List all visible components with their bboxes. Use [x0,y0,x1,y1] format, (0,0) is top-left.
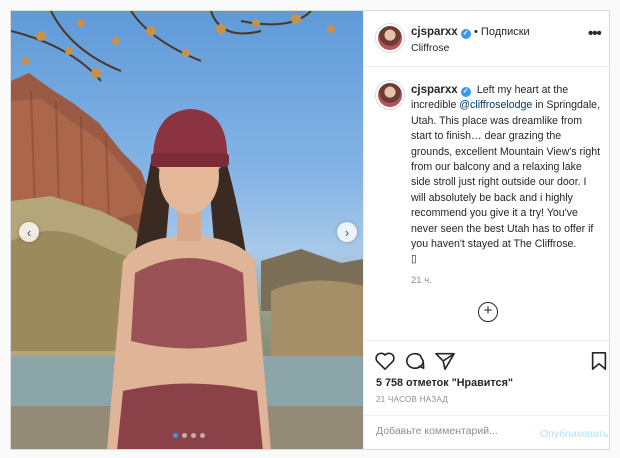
carousel-indicator [173,433,205,438]
carousel-dot [191,433,196,438]
likes-count[interactable]: 5 758 отметок "Нравится" [376,377,513,389]
comment-icon[interactable] [404,351,426,371]
author-username[interactable]: cjsparxx ✓ [411,26,471,39]
caption-emoji: ▯ [411,253,417,266]
mention-link[interactable]: @cliffroselodge [459,99,532,111]
caption-username-text[interactable]: cjsparxx [411,84,458,96]
heart-icon[interactable] [374,351,396,371]
post-caption: cjsparxx ✓ Left my heart at the incredibl… [411,83,601,268]
bookmark-icon[interactable] [590,351,608,371]
post-window: ‹ › cjsparxx ✓ • Подписки Cliffrose ••• c… [10,10,610,450]
paper-plane-icon[interactable] [434,351,456,371]
caption-timestamp: 21 ч. [411,275,432,286]
caption-text-rest: in Springdale, Utah. This place was drea… [411,99,601,251]
caption-avatar[interactable] [376,81,404,109]
author-username-text[interactable]: cjsparxx [411,26,458,38]
more-options-icon[interactable]: ••• [588,25,602,42]
prev-photo-button[interactable]: ‹ [19,222,39,242]
next-photo-button[interactable]: › [337,222,357,242]
post-sidebar: cjsparxx ✓ • Подписки Cliffrose ••• cjspa… [363,11,609,449]
publish-button[interactable]: Опубликовать [540,428,609,440]
post-time-ago[interactable]: 21 ЧАСОВ НАЗАД [376,395,448,404]
verified-badge-icon: ✓ [460,29,471,39]
action-bar [364,340,609,380]
post-header: cjsparxx ✓ • Подписки Cliffrose ••• [364,11,609,67]
verified-badge-icon: ✓ [460,87,471,97]
load-more-comments-button[interactable]: + [478,302,498,322]
caption-area: cjsparxx ✓ Left my heart at the incredibl… [364,68,609,331]
photo-illustration [11,11,363,449]
comment-input[interactable] [376,425,526,437]
post-photo[interactable]: ‹ › [11,11,363,449]
comment-box: Опубликовать [364,415,609,449]
carousel-dot [182,433,187,438]
caption-username[interactable]: cjsparxx ✓ [411,84,474,97]
carousel-dot [173,433,178,438]
following-button[interactable]: • Подписки [474,26,530,38]
post-location[interactable]: Cliffrose [411,42,449,54]
carousel-dot [200,433,205,438]
author-avatar[interactable] [376,24,404,52]
